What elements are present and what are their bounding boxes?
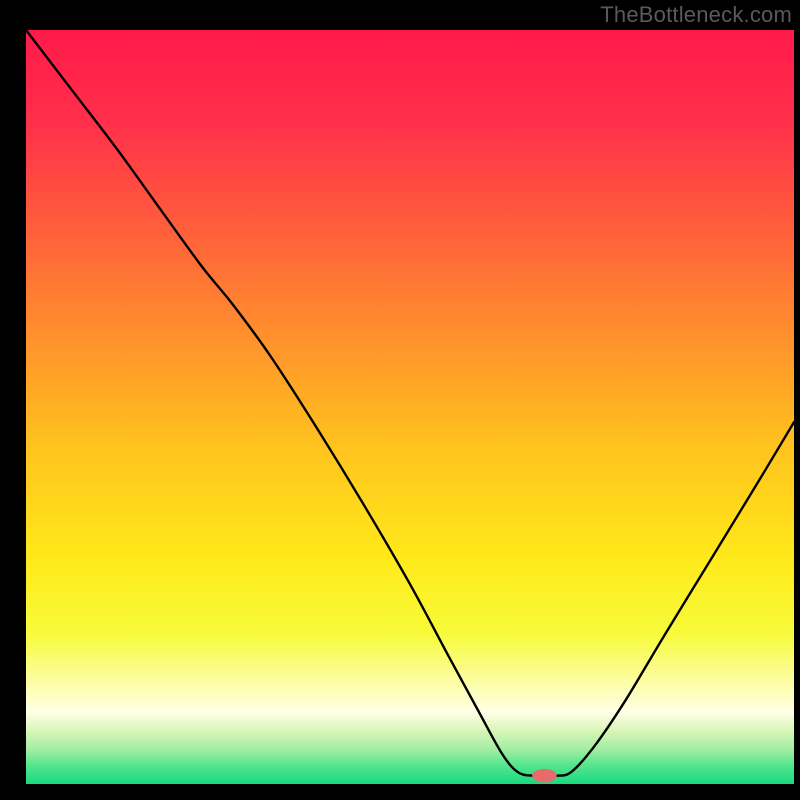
watermark-text: TheBottleneck.com	[600, 2, 792, 28]
optimal-point-marker	[532, 769, 557, 783]
plot-background	[26, 30, 794, 784]
bottleneck-chart	[0, 0, 800, 800]
